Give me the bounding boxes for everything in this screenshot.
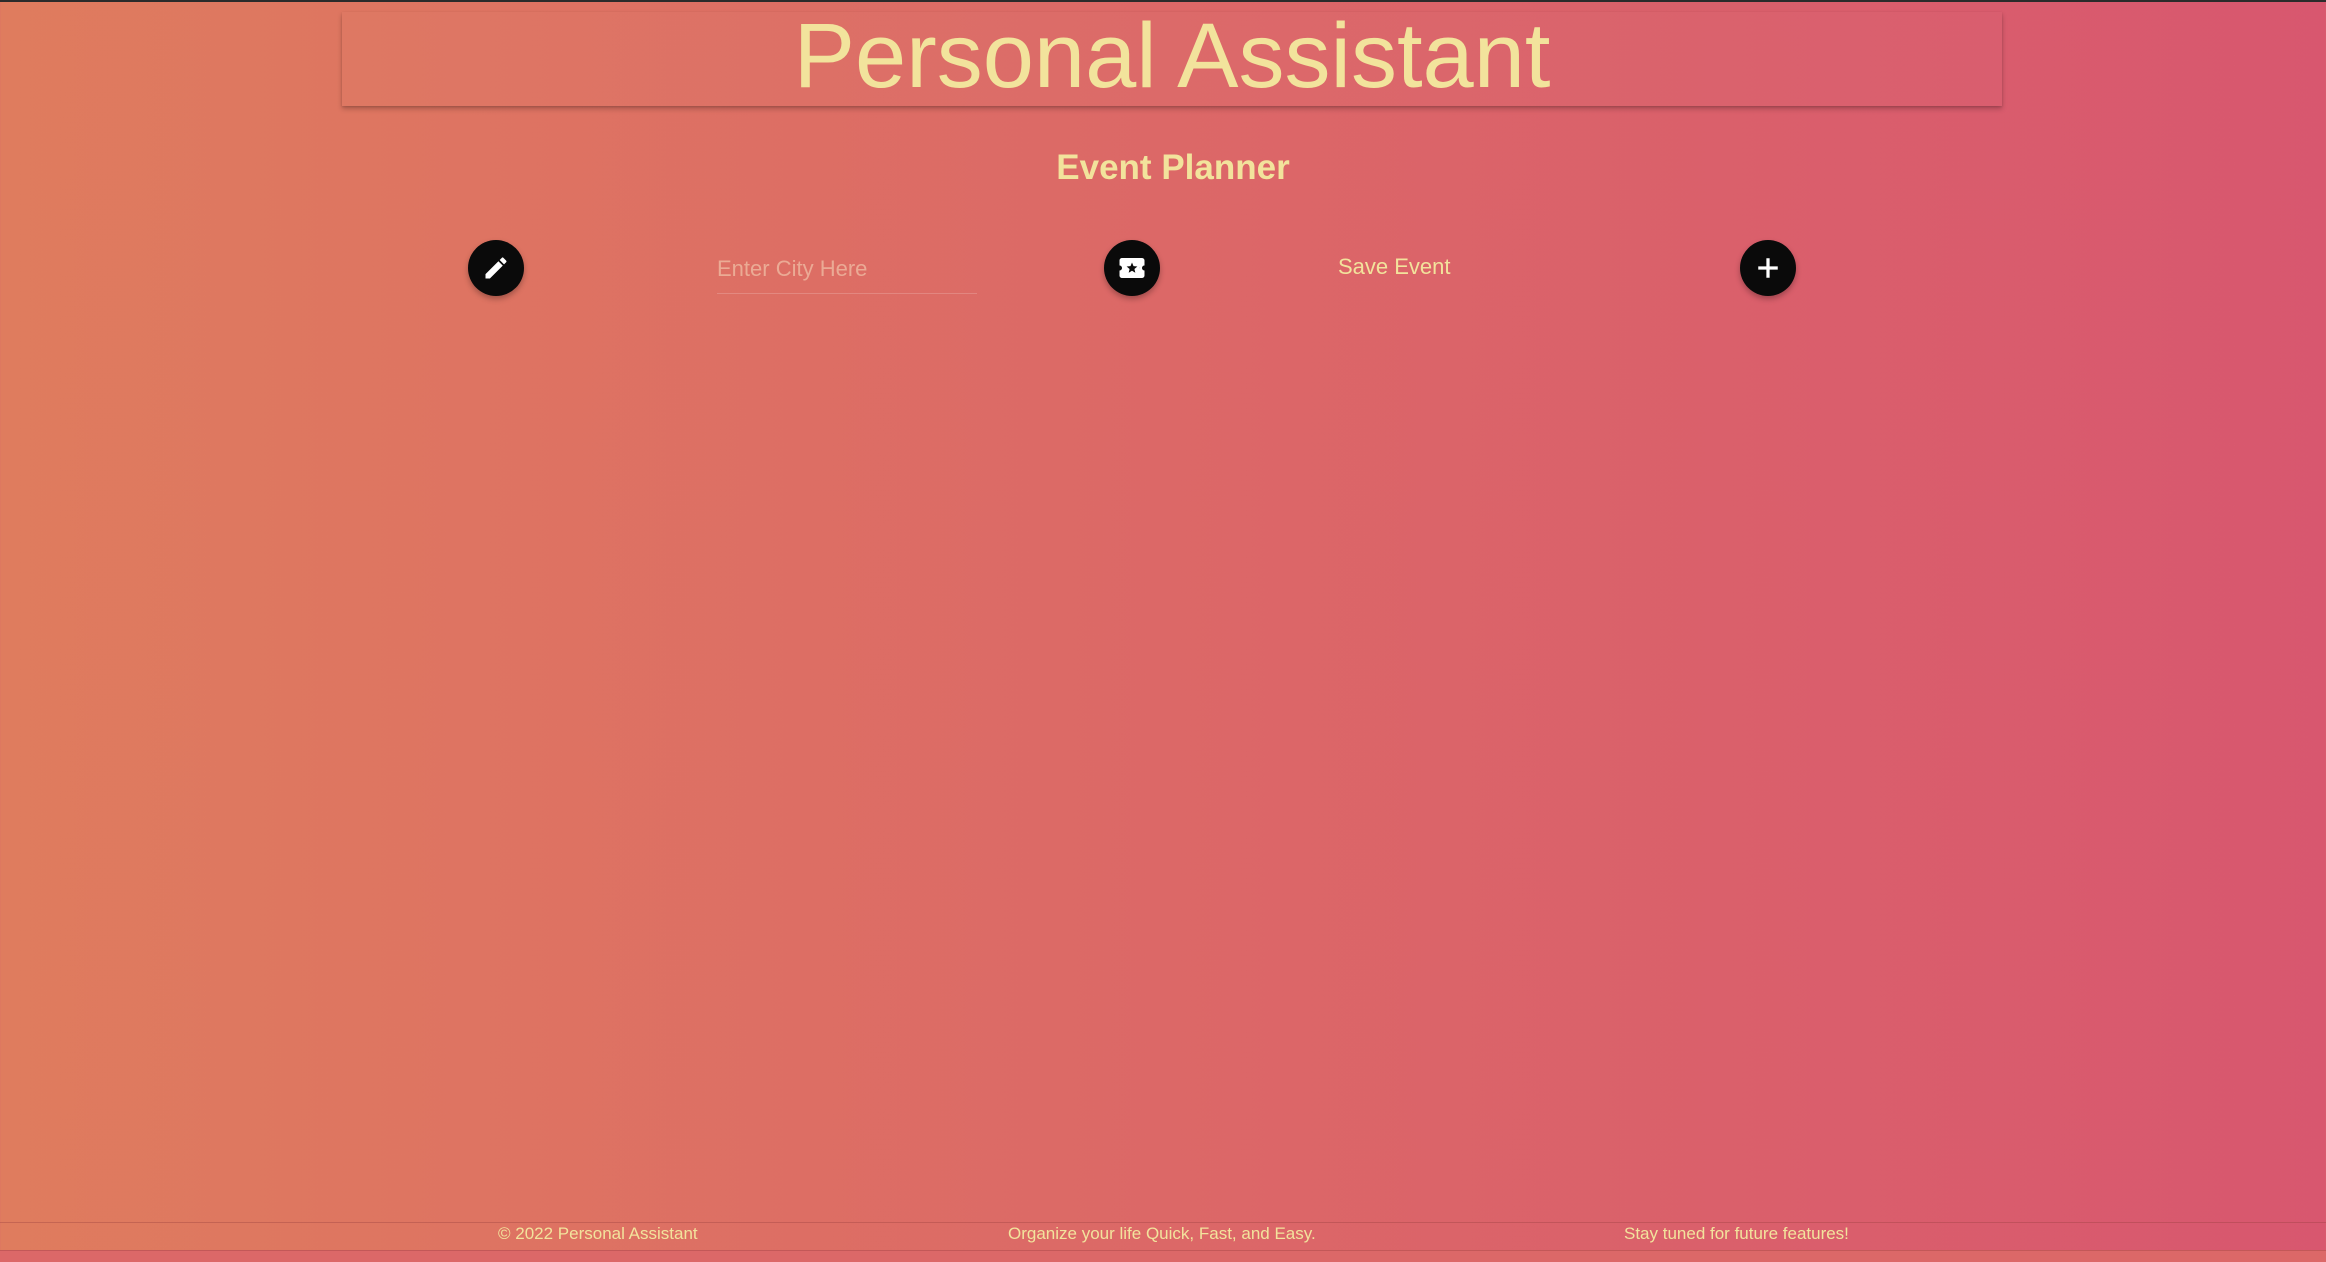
window-bottom-strip [0,1250,2326,1262]
plus-icon [1758,258,1778,278]
edit-button[interactable] [468,240,524,296]
footer-divider [0,1222,2326,1223]
page-title: Personal Assistant [793,5,1551,107]
footer-tagline: Organize your life Quick, Fast, and Easy… [1008,1224,1316,1243]
events-button[interactable] [1104,240,1160,296]
ticket-icon [1119,258,1145,278]
pencil-icon [485,257,507,279]
header-banner: Personal Assistant [342,5,2002,107]
section-title: Event Planner [1056,148,1290,187]
footer-future-note: Stay tuned for future features! [1624,1224,1849,1243]
city-input[interactable] [717,245,977,294]
footer-copyright: © 2022 Personal Assistant [498,1224,698,1243]
save-event-button[interactable]: Save Event [1338,254,1451,280]
window-top-border [0,0,2326,2]
add-event-button[interactable] [1740,240,1796,296]
